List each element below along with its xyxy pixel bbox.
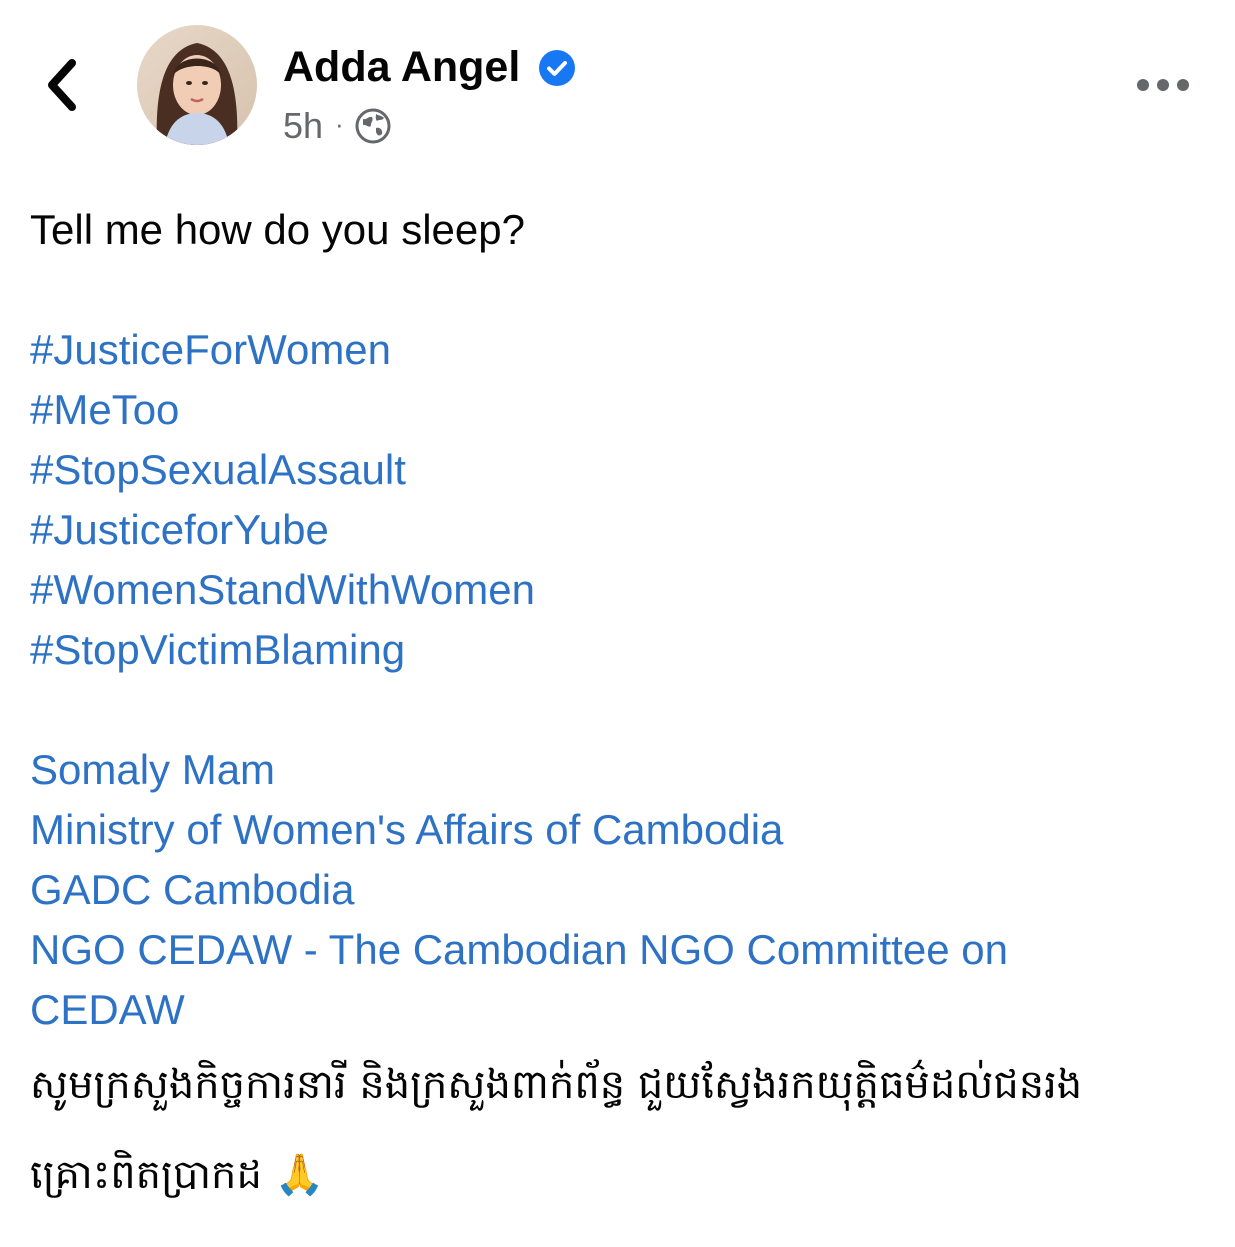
timestamp[interactable]: 5h: [283, 105, 323, 147]
hashtag-link[interactable]: #JusticeforYube: [30, 500, 1210, 560]
tag-link-ngo-cedaw[interactable]: NGO CEDAW - The Cambodian NGO Committee …: [30, 920, 1210, 980]
verified-badge-icon: [539, 50, 575, 86]
tag-link-somaly-mam[interactable]: Somaly Mam: [30, 740, 1210, 800]
hashtag-link[interactable]: #JusticeForWomen: [30, 320, 1210, 380]
tag-link-ngo-cedaw-continued[interactable]: CEDAW: [30, 980, 1210, 1040]
tag-link-gadc-cambodia[interactable]: GADC Cambodia: [30, 860, 1210, 920]
avatar[interactable]: [137, 25, 257, 145]
more-horizontal-icon: [1137, 79, 1189, 91]
globe-icon[interactable]: [354, 107, 392, 145]
hashtag-link[interactable]: #MeToo: [30, 380, 1210, 440]
author-name[interactable]: Adda Angel: [283, 41, 520, 93]
post-meta: 5h ·: [283, 104, 392, 148]
more-options-button[interactable]: [1130, 60, 1196, 110]
chevron-left-icon: [48, 59, 76, 111]
hashtag-link[interactable]: #StopSexualAssault: [30, 440, 1210, 500]
hashtag-link[interactable]: #WomenStandWithWomen: [30, 560, 1210, 620]
hashtag-link[interactable]: #StopVictimBlaming: [30, 620, 1210, 680]
post-header: Adda Angel 5h ·: [0, 0, 1235, 170]
khmer-text: សូមក្រសួងកិច្ចការនារី និងក្រសួងពាក់ព័ន្ធ…: [30, 1062, 1083, 1198]
tag-link-ministry-womens-affairs[interactable]: Ministry of Women's Affairs of Cambodia: [30, 800, 1210, 860]
post-body: Tell me how do you sleep? #JusticeForWom…: [30, 200, 1210, 1220]
back-button[interactable]: [30, 50, 94, 120]
meta-separator: ·: [335, 108, 344, 139]
post-text: Tell me how do you sleep?: [30, 206, 525, 253]
